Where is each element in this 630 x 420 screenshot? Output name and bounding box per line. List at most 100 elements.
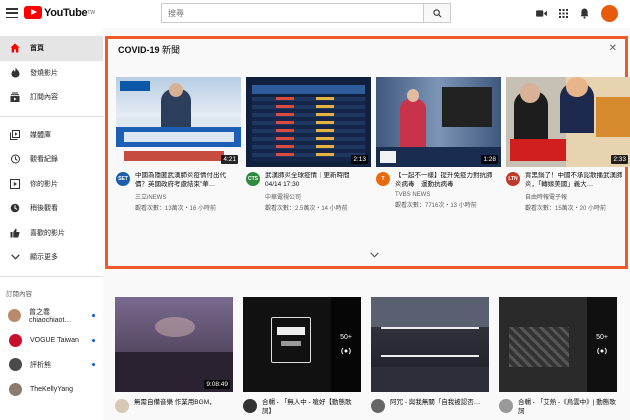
search-icon: [432, 8, 441, 17]
video-title[interactable]: 武漢肺炎全球疫情｜更新時間 04/14 17:30: [265, 172, 367, 189]
video-card[interactable]: 2:13 CTS 武漢肺炎全球疫情｜更新時間 04/14 17:30 中華電視公…: [246, 77, 371, 212]
video-title[interactable]: 背黑鍋了！中國不承認散播武漢肺炎，「轉嫁美國」義大…: [525, 172, 627, 189]
sidebar-item-subscriptions[interactable]: 訂閱內容: [0, 85, 103, 110]
sidebar-item-label: 觀看紀錄: [30, 156, 58, 164]
apps-icon[interactable]: [559, 9, 568, 18]
video-thumbnail[interactable]: 2:13: [246, 77, 371, 167]
video-thumbnail[interactable]: [371, 297, 489, 392]
video-stats: 觀看次數：13萬次・16 小時前: [135, 206, 217, 212]
sidebar-item-trending[interactable]: 發燒影片: [0, 61, 103, 86]
library-icon: [0, 129, 30, 140]
channel-avatar[interactable]: T: [376, 172, 390, 186]
sidebar-item-watch-later[interactable]: 稍後觀看: [0, 196, 103, 221]
video-duration: 9:08:49: [204, 380, 230, 389]
header-actions: [536, 5, 618, 22]
channel-name: TheKellyYang: [30, 385, 74, 393]
close-icon[interactable]: ✕: [609, 43, 617, 54]
video-card[interactable]: 阿冗 - 與我無關「自我被認否…: [371, 297, 489, 416]
search-button[interactable]: [424, 3, 451, 23]
channel-name[interactable]: TVBS NEWS: [395, 192, 497, 198]
video-title[interactable]: 合輯 - 「艾熱 -《烏雲中》| 動態歌詞: [518, 399, 617, 416]
video-thumbnail[interactable]: 1:28: [376, 77, 501, 167]
search-bar: [161, 3, 451, 23]
notifications-bell-icon[interactable]: [580, 8, 589, 19]
sidebar-item-your-videos[interactable]: 你的影片: [0, 172, 103, 197]
sidebar-channel[interactable]: 曾之喬 chiaochiaot…: [0, 304, 103, 329]
sidebar-channel[interactable]: 評析熊: [0, 353, 103, 378]
logo-region: TW: [87, 9, 96, 16]
video-stats: 觀看次數：7716次・13 小時前: [395, 203, 477, 209]
youtube-play-icon: [24, 6, 42, 19]
channel-avatar[interactable]: SET: [116, 172, 130, 186]
video-card[interactable]: 50+ 合輯 - 「艾熱 -《烏雲中》| 動態歌詞: [499, 297, 617, 416]
video-thumbnail[interactable]: 4:21: [116, 77, 241, 167]
expand-chevron-icon[interactable]: [370, 252, 379, 258]
mix-playlist-icon: [341, 347, 351, 354]
search-input[interactable]: [161, 3, 424, 23]
video-card[interactable]: 9:08:49 無需自備音樂 作業用BGM，: [115, 297, 233, 416]
channel-avatar[interactable]: [371, 399, 385, 413]
video-title[interactable]: 無需自備音樂 作業用BGM，: [134, 399, 216, 413]
your-videos-icon: [0, 178, 30, 189]
sidebar-item-label: 顯示更多: [30, 254, 58, 262]
sidebar-item-label: 發燒影片: [30, 69, 58, 77]
video-thumbnail[interactable]: 50+: [243, 297, 361, 392]
youtube-logo[interactable]: YouTube TW: [24, 6, 95, 19]
sidebar-channel[interactable]: TheKellyYang: [0, 377, 103, 402]
history-icon: [0, 154, 30, 164]
create-video-icon[interactable]: [536, 9, 547, 18]
video-title[interactable]: 阿冗 - 與我無關「自我被認否…: [390, 399, 480, 413]
channel-avatar[interactable]: [243, 399, 257, 413]
home-icon: [0, 43, 30, 53]
video-card[interactable]: 1:28 T 【一起不一樣】提升免疫力對抗肺炎病毒 運動抗病毒 TVBS NEW…: [376, 77, 501, 212]
shelf-title: COVID-19 新聞: [118, 45, 181, 55]
mix-playlist-icon: [597, 347, 607, 354]
channel-avatar: [8, 333, 22, 347]
channel-avatar[interactable]: CTS: [246, 172, 260, 186]
channel-avatar[interactable]: [499, 399, 513, 413]
video-thumbnail[interactable]: 50+: [499, 297, 617, 392]
video-title[interactable]: 【一起不一樣】提升免疫力對抗肺炎病毒 運動抗病毒: [395, 172, 497, 189]
sidebar-item-liked-videos[interactable]: 喜歡的影片: [0, 221, 103, 246]
video-card[interactable]: 50+ 合輯 - 「無人中 - 嗆好【動態歌詞】: [243, 297, 361, 416]
sidebar-item-label: 首頁: [30, 45, 44, 53]
account-avatar[interactable]: [601, 5, 618, 22]
video-title[interactable]: 中國為隱匿武漢肺炎疫情付出代價？英國政府考慮結束"華…: [135, 172, 237, 189]
sidebar-item-label: 訂閱內容: [30, 94, 58, 102]
video-thumbnail[interactable]: 2:33: [506, 77, 630, 167]
menu-icon[interactable]: [6, 8, 18, 18]
sidebar-item-home[interactable]: 首頁: [0, 36, 103, 61]
channel-name[interactable]: 三立iNEWS: [135, 192, 237, 201]
flame-icon: [0, 67, 30, 78]
new-content-dot: [92, 363, 95, 367]
video-duration: 2:13: [351, 155, 368, 164]
sidebar-divider: [0, 115, 103, 117]
sidebar-channel[interactable]: VOGUE Taiwan: [0, 328, 103, 353]
video-duration: 1:28: [481, 155, 498, 164]
sidebar-item-label: 喜歡的影片: [30, 229, 65, 237]
sidebar-item-show-more[interactable]: 顯示更多: [0, 245, 103, 270]
video-duration: 4:21: [221, 155, 238, 164]
top-bar: YouTube TW: [0, 0, 630, 28]
channel-name[interactable]: 中華電視公司: [265, 192, 367, 201]
subscriptions-heading: 訂閱內容: [6, 290, 32, 298]
channel-avatar[interactable]: LTN: [506, 172, 520, 186]
channel-avatar[interactable]: [115, 399, 129, 413]
playlist-count: 50+: [596, 333, 608, 341]
video-thumbnail[interactable]: 9:08:49: [115, 297, 233, 392]
recommended-video-row: 9:08:49 無需自備音樂 作業用BGM， 50+ 合輯 - 「無人中 - 嗆…: [115, 297, 617, 416]
playlist-overlay: 50+: [587, 297, 617, 392]
channel-name[interactable]: 自由時報電子報: [525, 192, 627, 201]
video-title[interactable]: 合輯 - 「無人中 - 嗆好【動態歌詞】: [262, 399, 361, 416]
sidebar-divider: [0, 275, 103, 277]
video-card[interactable]: 2:33 LTN 背黑鍋了！中國不承認散播武漢肺炎，「轉嫁美國」義大… 自由時報…: [506, 77, 630, 212]
video-card[interactable]: 4:21 SET 中國為隱匿武漢肺炎疫情付出代價？英國政府考慮結束"華… 三立i…: [116, 77, 241, 212]
watch-later-icon: [0, 203, 30, 213]
chevron-down-icon: [0, 254, 30, 260]
channel-name: VOGUE Taiwan: [30, 336, 79, 344]
sidebar-item-library[interactable]: 媒體庫: [0, 123, 103, 148]
sidebar-item-label: 媒體庫: [30, 131, 51, 139]
playlist-overlay: 50+: [331, 297, 361, 392]
sidebar-item-history[interactable]: 觀看紀錄: [0, 147, 103, 172]
sidebar-item-label: 稍後觀看: [30, 205, 58, 213]
